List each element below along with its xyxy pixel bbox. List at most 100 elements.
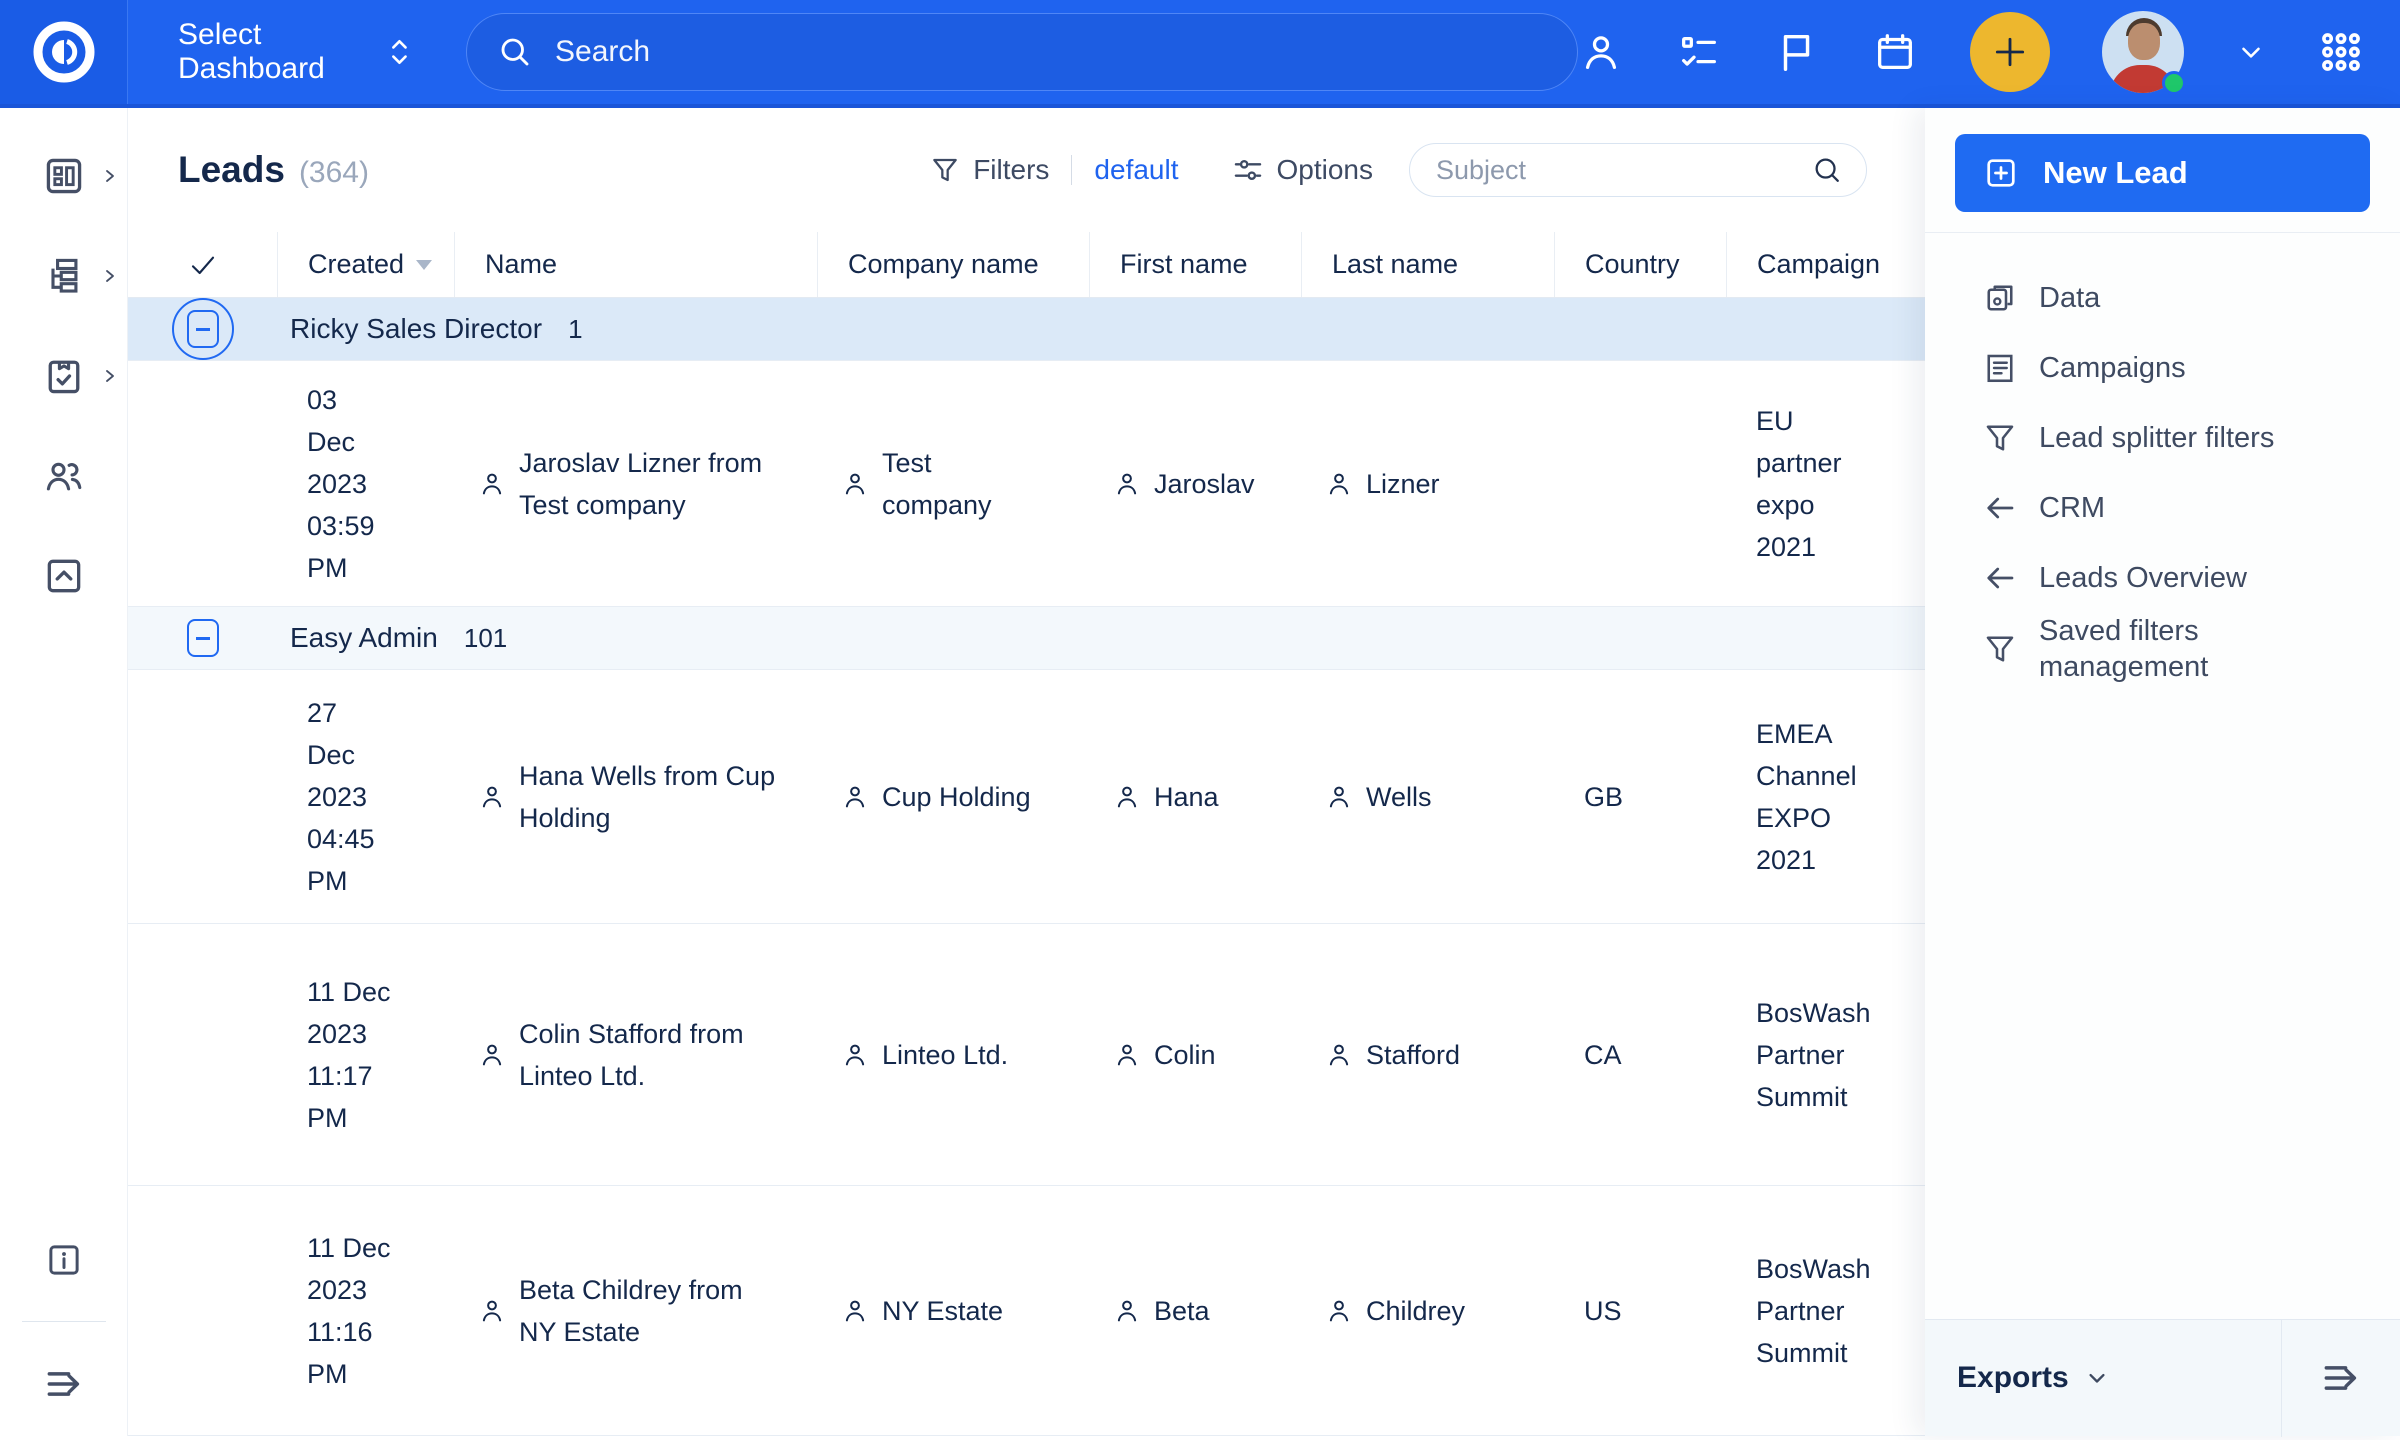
table-row[interactable]: 03 Dec 2023 03:59 PM Jaroslav Lizner fro… xyxy=(128,361,1925,607)
app-logo[interactable] xyxy=(0,0,128,104)
add-button[interactable] xyxy=(1970,12,2050,92)
info-icon xyxy=(43,1239,85,1281)
box-chevron-up-icon xyxy=(42,554,86,598)
person-icon xyxy=(1112,1040,1142,1070)
sort-desc-icon xyxy=(416,260,432,270)
divider xyxy=(1071,155,1072,185)
person-icon xyxy=(1112,1296,1142,1326)
main-content: Leads (364) Filters default xyxy=(128,108,1925,1436)
dashboard-selector[interactable]: Select Dashboard xyxy=(178,18,411,86)
chevron-down-icon[interactable] xyxy=(2236,37,2266,67)
table-row[interactable]: 11 Dec 2023 11:16 PM Beta Childrey from … xyxy=(128,1186,1925,1436)
group-row-easy-admin[interactable]: Easy Admin 101 xyxy=(128,607,1925,670)
hierarchy-icon xyxy=(42,254,86,298)
column-header-name[interactable]: Name xyxy=(454,232,817,297)
cell-last-name: Wells xyxy=(1301,670,1554,923)
sidebar-item-campaigns[interactable] xyxy=(0,354,128,398)
chevron-right-icon xyxy=(102,268,118,284)
menu-item-lead-splitter-filters[interactable]: Lead splitter filters xyxy=(1925,403,2400,473)
group-collapse-button[interactable] xyxy=(128,298,277,360)
sidebar-divider xyxy=(22,1321,106,1322)
panel-collapse-button[interactable] xyxy=(2282,1356,2400,1400)
column-header-first-name[interactable]: First name xyxy=(1089,232,1301,297)
cell-created: 03 Dec 2023 03:59 PM xyxy=(277,361,454,606)
column-header-last-name[interactable]: Last name xyxy=(1301,232,1554,297)
exports-label: Exports xyxy=(1957,1361,2069,1395)
table-row[interactable]: 27 Dec 2023 04:45 PM Hana Wells from Cup… xyxy=(128,670,1925,924)
row-select-cell[interactable] xyxy=(128,670,277,923)
column-header-created[interactable]: Created xyxy=(277,232,454,297)
person-icon xyxy=(1112,782,1142,812)
apps-grid-icon[interactable] xyxy=(2318,29,2364,75)
column-header-company[interactable]: Company name xyxy=(817,232,1089,297)
select-all-cell[interactable] xyxy=(128,232,277,297)
options-button[interactable]: Options xyxy=(1231,153,1374,187)
group-label: Easy Admin xyxy=(290,622,438,654)
group-collapse-button[interactable] xyxy=(128,619,277,657)
cell-campaign: BosWash Partner Summit xyxy=(1726,924,1925,1185)
search-icon xyxy=(1810,153,1844,187)
funnel-icon xyxy=(929,154,961,186)
sidebar-item-structure[interactable] xyxy=(0,254,128,298)
row-select-cell[interactable] xyxy=(128,361,277,606)
logo-icon xyxy=(32,20,96,84)
cell-name: Beta Childrey from NY Estate xyxy=(454,1186,817,1435)
column-header-campaign[interactable]: Campaign xyxy=(1726,232,1925,297)
table-row[interactable]: 11 Dec 2023 11:17 PM Colin Stafford from… xyxy=(128,924,1925,1186)
group-row-ricky-sales-director[interactable]: Ricky Sales Director 1 xyxy=(128,298,1925,361)
cell-first-name: Hana xyxy=(1089,670,1301,923)
person-icon xyxy=(477,1040,507,1070)
cell-name: Jaroslav Lizner from Test company xyxy=(454,361,817,606)
sidebar-info-button[interactable] xyxy=(43,1239,85,1281)
cell-first-name: Jaroslav xyxy=(1089,361,1301,606)
row-select-cell[interactable] xyxy=(128,924,277,1185)
left-sidebar xyxy=(0,108,128,1436)
status-online-dot xyxy=(2162,71,2186,95)
calendar-icon[interactable] xyxy=(1872,29,1918,75)
filters-label: Filters xyxy=(973,154,1049,186)
filter-preset-default[interactable]: default xyxy=(1094,154,1178,186)
user-icon[interactable] xyxy=(1578,29,1624,75)
menu-item-leads-overview[interactable]: Leads Overview xyxy=(1925,543,2400,613)
filters-button[interactable]: Filters xyxy=(929,154,1049,186)
chevron-down-icon xyxy=(2083,1364,2111,1392)
person-icon xyxy=(477,1296,507,1326)
sidebar-expand-button[interactable] xyxy=(42,1362,86,1406)
group-count: 101 xyxy=(464,623,507,654)
person-icon xyxy=(1324,1040,1354,1070)
plus-square-icon xyxy=(1983,155,2019,191)
row-select-cell[interactable] xyxy=(128,1186,277,1435)
subject-search-input[interactable] xyxy=(1436,155,1810,186)
sidebar-item-dashboards[interactable] xyxy=(0,154,128,198)
menu-item-data[interactable]: Data xyxy=(1925,263,2400,333)
person-icon xyxy=(477,469,507,499)
user-avatar[interactable] xyxy=(2102,11,2184,93)
cell-name: Hana Wells from Cup Holding xyxy=(454,670,817,923)
check-icon xyxy=(187,249,219,281)
chevron-up-down-icon xyxy=(388,30,411,74)
exports-button[interactable]: Exports xyxy=(1925,1361,2281,1395)
cell-name: Colin Stafford from Linteo Ltd. xyxy=(454,924,817,1185)
panel-menu: Data Campaigns Lead splitter filters xyxy=(1925,233,2400,685)
cell-created: 27 Dec 2023 04:45 PM xyxy=(277,670,454,923)
new-lead-label: New Lead xyxy=(2043,155,2188,191)
menu-item-crm[interactable]: CRM xyxy=(1925,473,2400,543)
options-label: Options xyxy=(1277,154,1374,186)
person-icon xyxy=(1324,1296,1354,1326)
cell-country: GB xyxy=(1554,670,1726,923)
menu-item-campaigns[interactable]: Campaigns xyxy=(1925,333,2400,403)
subject-search[interactable] xyxy=(1409,143,1867,197)
cell-company: NY Estate xyxy=(817,1186,1089,1435)
sidebar-item-contacts[interactable] xyxy=(0,454,128,498)
global-search[interactable] xyxy=(466,13,1578,91)
sidebar-item-imports[interactable] xyxy=(0,554,128,598)
global-search-input[interactable] xyxy=(555,35,1455,69)
tasks-icon[interactable] xyxy=(1676,29,1722,75)
flag-icon[interactable] xyxy=(1774,29,1820,75)
column-header-country[interactable]: Country xyxy=(1554,232,1726,297)
panel-footer: Exports xyxy=(1925,1319,2400,1436)
funnel-icon xyxy=(1981,631,2019,667)
menu-item-saved-filters-management[interactable]: Saved filters management xyxy=(1925,613,2400,685)
new-lead-button[interactable]: New Lead xyxy=(1955,134,2370,212)
cell-country xyxy=(1554,361,1726,606)
